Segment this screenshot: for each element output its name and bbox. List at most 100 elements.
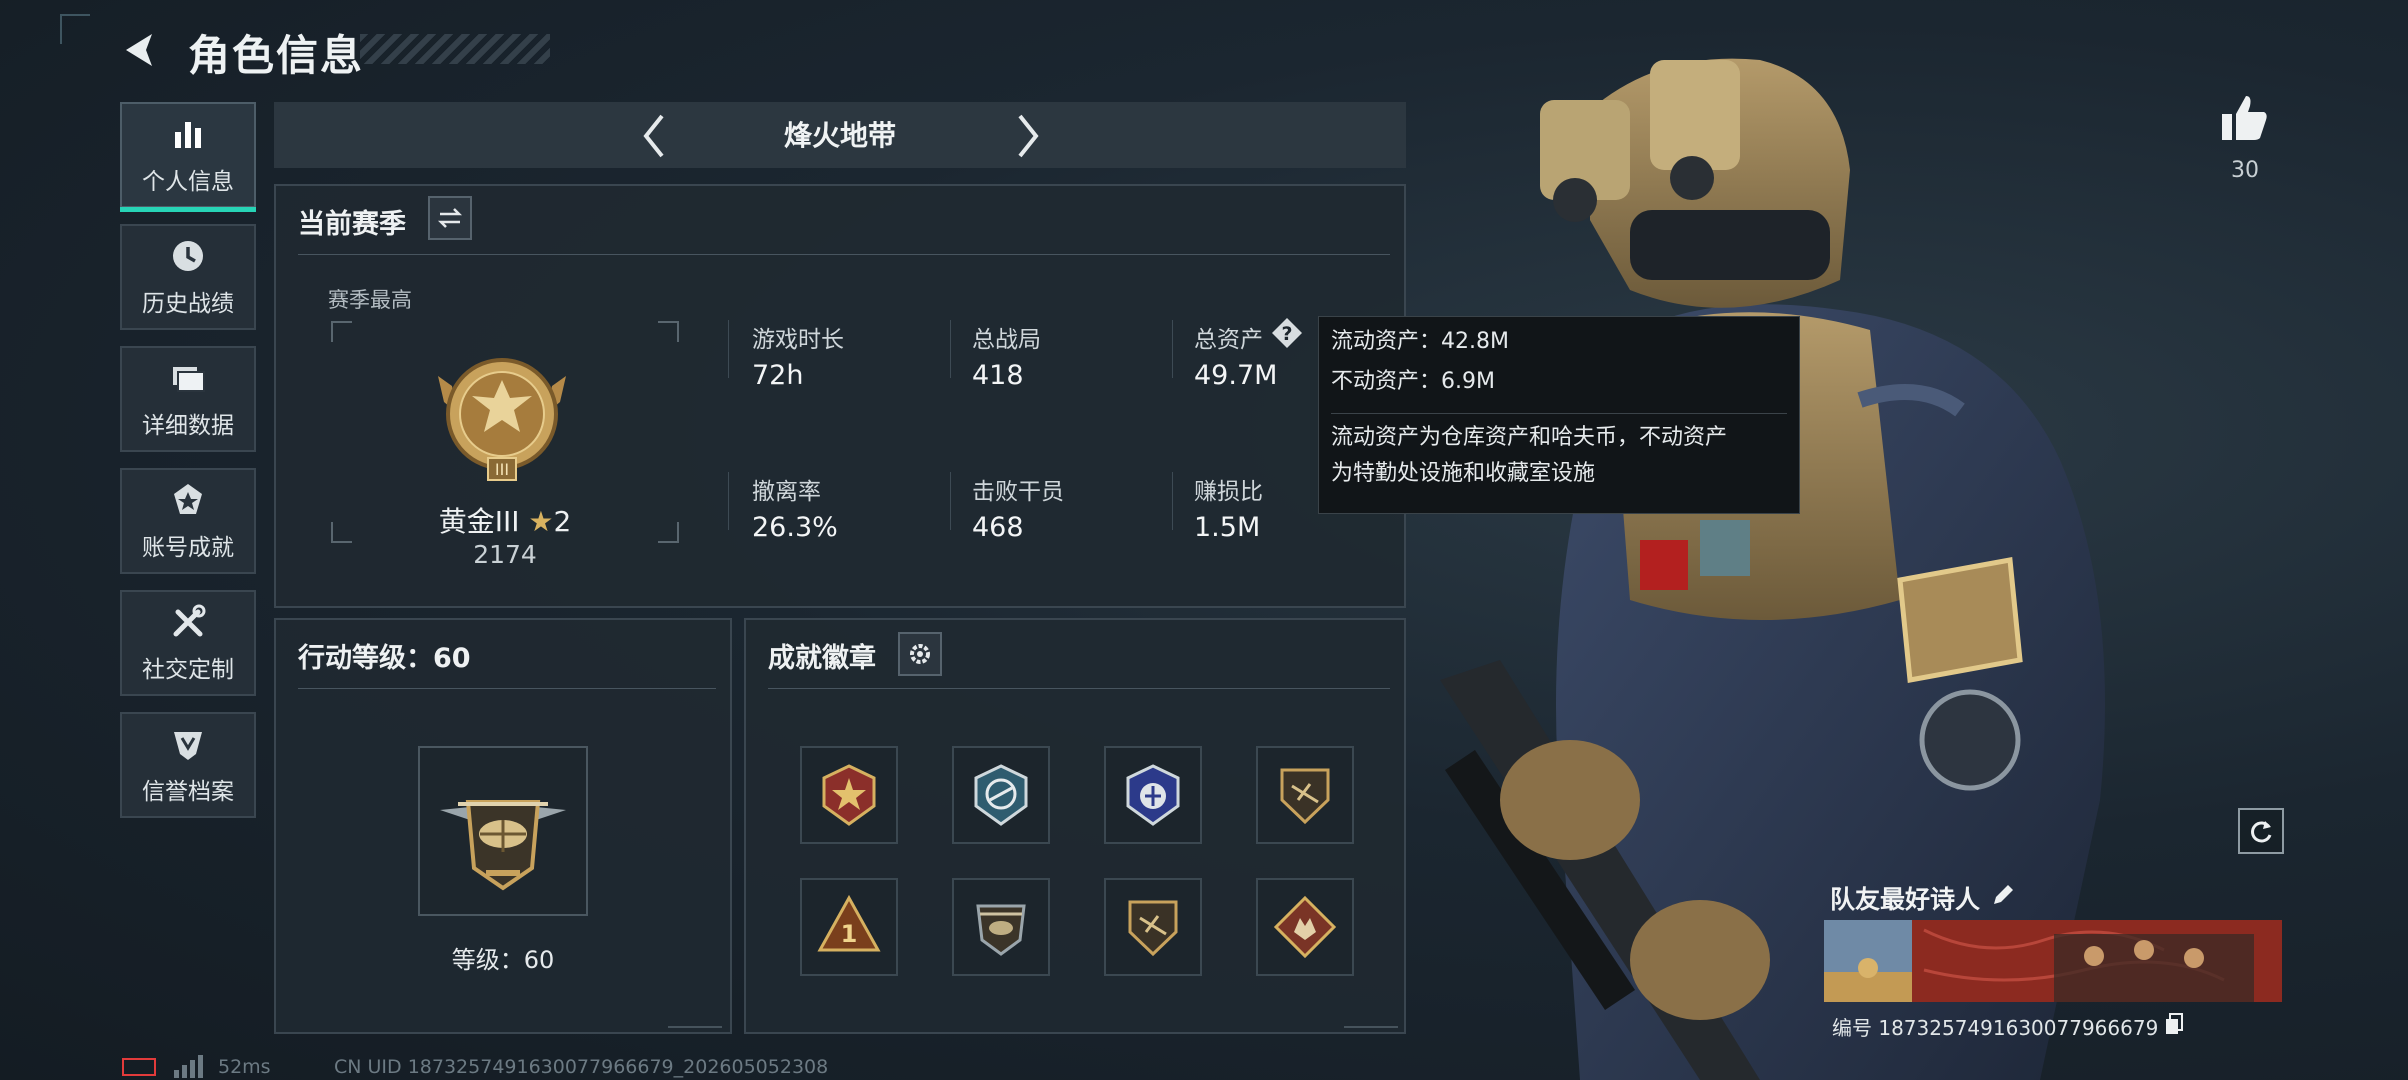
level-divider (298, 688, 716, 689)
clock-icon (173, 241, 203, 271)
asset-tooltip: 流动资产：42.8M 不动资产：6.9M 流动资产为仓库资产和哈夫币，不动资产 … (1318, 316, 1800, 514)
swap-icon (437, 208, 463, 228)
ping-value: 52ms (218, 1056, 271, 1078)
rifle-badge-icon (1128, 900, 1178, 957)
stat-label: 游戏时长 (752, 327, 844, 353)
profile-card-banner (1824, 920, 2282, 1002)
stat-value: 468 (972, 512, 1024, 543)
fixed-assets: 不动资产：6.9M (1331, 369, 1495, 394)
rank-name: 黄金III (438, 505, 520, 538)
sidebar-item-label: 信誉档案 (142, 779, 234, 805)
eagle-badge-icon (974, 764, 1028, 826)
stat-label: 击败干员 (972, 479, 1064, 505)
stat-label: 总资产 (1194, 327, 1263, 353)
achievement-badge[interactable]: 1 (800, 878, 898, 976)
sidebar-item-details[interactable]: 详细数据 (120, 346, 256, 452)
season-best-label: 赛季最高 (328, 288, 412, 312)
action-level-title: 行动等级：60 (298, 643, 471, 674)
stat-value: 72h (752, 360, 804, 391)
star-icon: ★ (528, 505, 554, 538)
level-label: 等级：60 (451, 946, 555, 974)
tooltip-divider (1331, 413, 1787, 414)
card-id: 编号 1873257491630077966679 (1832, 1016, 2159, 1040)
stat-separator (950, 320, 951, 378)
gold-rank-emblem-icon: III (438, 358, 566, 481)
stat-value: 26.3% (752, 512, 838, 543)
svg-text:1: 1 (841, 920, 858, 948)
achievement-badge[interactable] (952, 878, 1050, 976)
sidebar-item-profile[interactable]: 个人信息 (120, 102, 256, 212)
season-switch-button[interactable] (428, 196, 472, 240)
refresh-icon (2251, 821, 2272, 843)
uid-text: CN UID 1873257491630077966679_2026050523… (334, 1056, 829, 1078)
sidebar-item-label: 历史战绩 (142, 291, 234, 317)
svg-text:III: III (495, 460, 509, 479)
sidebar-item-history[interactable]: 历史战绩 (120, 224, 256, 330)
folder-icon (173, 367, 205, 392)
panel-corner-decoration (668, 1014, 722, 1028)
rank-one-badge-icon: 1 (817, 894, 881, 952)
title-decoration (360, 34, 550, 64)
rank-name-row: 黄金III ★2 (330, 500, 680, 540)
tooltip-desc-line2: 为特勤处设施和收藏室设施 (1331, 461, 1596, 486)
helicopter-emblem-icon (440, 800, 566, 891)
tooltip-desc-line1: 流动资产为仓库资产和哈夫币，不动资产 (1331, 425, 1728, 450)
panel-corner-decoration (1344, 1014, 1398, 1028)
copy-icon[interactable] (2164, 1012, 2184, 1036)
thumbs-up-icon[interactable] (2218, 92, 2270, 144)
sidebar-item-label: 账号成就 (142, 535, 234, 561)
achievement-badge[interactable] (800, 746, 898, 844)
back-arrow-icon[interactable] (118, 28, 162, 72)
corner-decoration (60, 14, 90, 44)
wolf-badge-icon (1273, 895, 1337, 959)
stat-separator (950, 472, 951, 530)
helicopter-badge-icon (976, 904, 1026, 956)
stat-value: 1.5M (1194, 512, 1261, 543)
refresh-button[interactable] (2238, 808, 2284, 854)
star-badge-icon (822, 764, 876, 826)
edit-pencil-icon[interactable] (1990, 882, 2016, 908)
achievement-badge[interactable] (1104, 878, 1202, 976)
stat-label: 赚损比 (1194, 479, 1263, 505)
help-icon[interactable]: ? (1270, 316, 1304, 350)
achievement-badge[interactable] (1256, 746, 1354, 844)
next-mode-chevron-icon[interactable] (1008, 108, 1048, 164)
badge-title: 成就徽章 (768, 643, 876, 674)
shield-icon (174, 732, 202, 760)
liquid-assets: 流动资产：42.8M (1331, 329, 1509, 354)
rank-stars: 2 (553, 505, 572, 538)
rank-score: 2174 (473, 540, 537, 569)
stat-value: 49.7M (1194, 360, 1278, 391)
sidebar-item-label: 社交定制 (142, 657, 234, 683)
card-title: 队友最好诗人 (1830, 885, 1981, 914)
stat-separator (1172, 320, 1173, 378)
police-badge-icon (1126, 764, 1180, 826)
sidebar-item-label: 详细数据 (142, 413, 234, 439)
badge-settings-button[interactable] (898, 632, 942, 676)
stat-label: 总战局 (972, 327, 1041, 353)
sidebar-item-label: 个人信息 (142, 169, 234, 195)
sidebar-item-social[interactable]: 社交定制 (120, 590, 256, 696)
sidebar-item-reputation[interactable]: 信誉档案 (120, 712, 256, 818)
medal-icon (174, 484, 202, 514)
signal-icon (174, 1055, 203, 1078)
svg-text:?: ? (1281, 323, 1292, 345)
tools-icon (173, 604, 206, 637)
season-title: 当前赛季 (298, 209, 406, 240)
season-divider (298, 254, 1390, 255)
stats-icon (175, 122, 201, 148)
stat-value: 418 (972, 360, 1024, 391)
rifle-badge-icon (1280, 768, 1330, 825)
stat-label: 撤离率 (752, 479, 821, 505)
stat-separator (728, 472, 729, 530)
mode-label: 烽火地带 (783, 119, 896, 152)
sidebar-item-achievements[interactable]: 账号成就 (120, 468, 256, 574)
achievement-badge[interactable] (952, 746, 1050, 844)
level-emblem-frame (418, 746, 588, 916)
achievement-badge[interactable] (1104, 746, 1202, 844)
stat-separator (1172, 472, 1173, 530)
badge-divider (768, 688, 1390, 689)
achievement-badge[interactable] (1256, 878, 1354, 976)
gear-icon (910, 644, 930, 664)
battery-icon (122, 1058, 156, 1076)
